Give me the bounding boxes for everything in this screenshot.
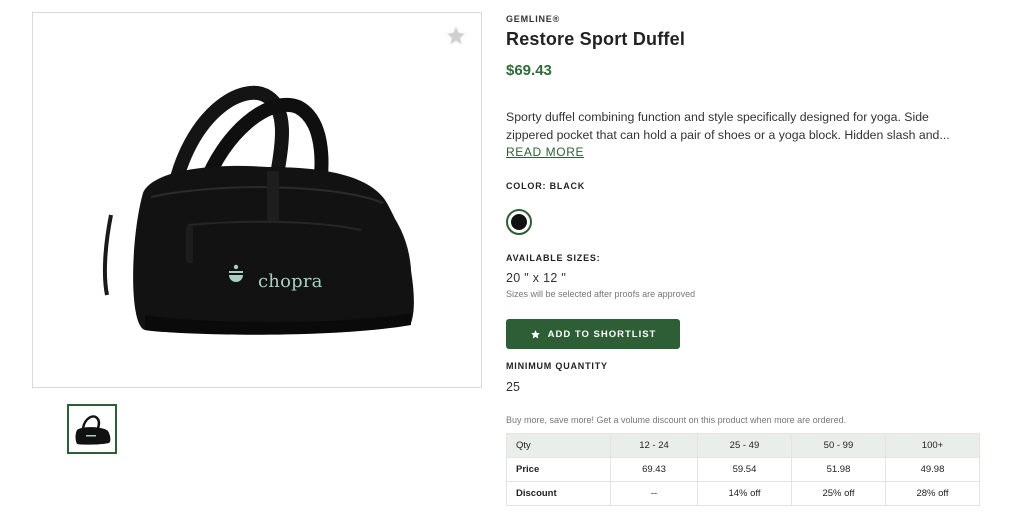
color-swatch-fill [511,214,527,230]
table-cell: 14% off [696,481,792,506]
minimum-quantity-label: MINIMUM QUANTITY [506,361,608,371]
product-thumbnail[interactable] [67,404,117,454]
size-note: Sizes will be selected after proofs are … [506,289,696,299]
table-header-row: Qty 12 - 24 25 - 49 50 - 99 100+ [506,433,981,458]
table-header-cell: 50 - 99 [790,433,886,458]
table-cell: 51.98 [790,457,886,482]
add-to-favorites-button[interactable] [445,25,467,47]
product-price: $69.43 [506,62,552,79]
table-header-cell: 100+ [884,433,981,458]
table-cell: 59.54 [696,457,792,482]
brand-name: GEMLINE® [506,14,561,24]
star-icon [530,329,540,338]
brand-logo-text: chopra [258,271,323,292]
table-cell: 25% off [790,481,886,506]
minimum-quantity-value: 25 [506,380,520,394]
star-icon [446,26,466,45]
size-value: 20 " x 12 " [506,271,567,285]
duffel-bag-image: chopra [93,75,423,345]
product-title: Restore Sport Duffel [506,29,686,49]
table-row: Discount -- 14% off 25% off 28% off [506,481,981,506]
table-header-cell: 12 - 24 [610,433,698,458]
product-main-image: chopra [32,12,482,388]
available-sizes-label: AVAILABLE SIZES: [506,253,601,263]
product-description: Sporty duffel combining function and sty… [506,110,950,142]
table-cell: Discount [506,481,611,506]
read-more-link[interactable]: READ MORE [506,145,584,159]
shortlist-button-label: ADD TO SHORTLIST [547,328,657,340]
table-cell: 69.43 [610,457,698,482]
table-cell: -- [610,481,698,506]
add-to-shortlist-button[interactable]: ADD TO SHORTLIST [506,319,680,349]
table-row: Price 69.43 59.54 51.98 49.98 [506,457,981,482]
table-cell: 49.98 [884,457,981,482]
table-header-cell: 25 - 49 [696,433,792,458]
table-cell: Price [506,457,611,482]
color-label: COLOR: BLACK [506,181,586,191]
table-cell: 28% off [884,481,981,506]
color-swatch-black[interactable] [506,209,532,235]
volume-pricing-table: Qty 12 - 24 25 - 49 50 - 99 100+ Price 6… [506,433,981,506]
table-header-cell: Qty [506,433,611,458]
duffel-bag-thumbnail-image [75,415,111,445]
volume-discount-note: Buy more, save more! Get a volume discou… [506,415,847,425]
